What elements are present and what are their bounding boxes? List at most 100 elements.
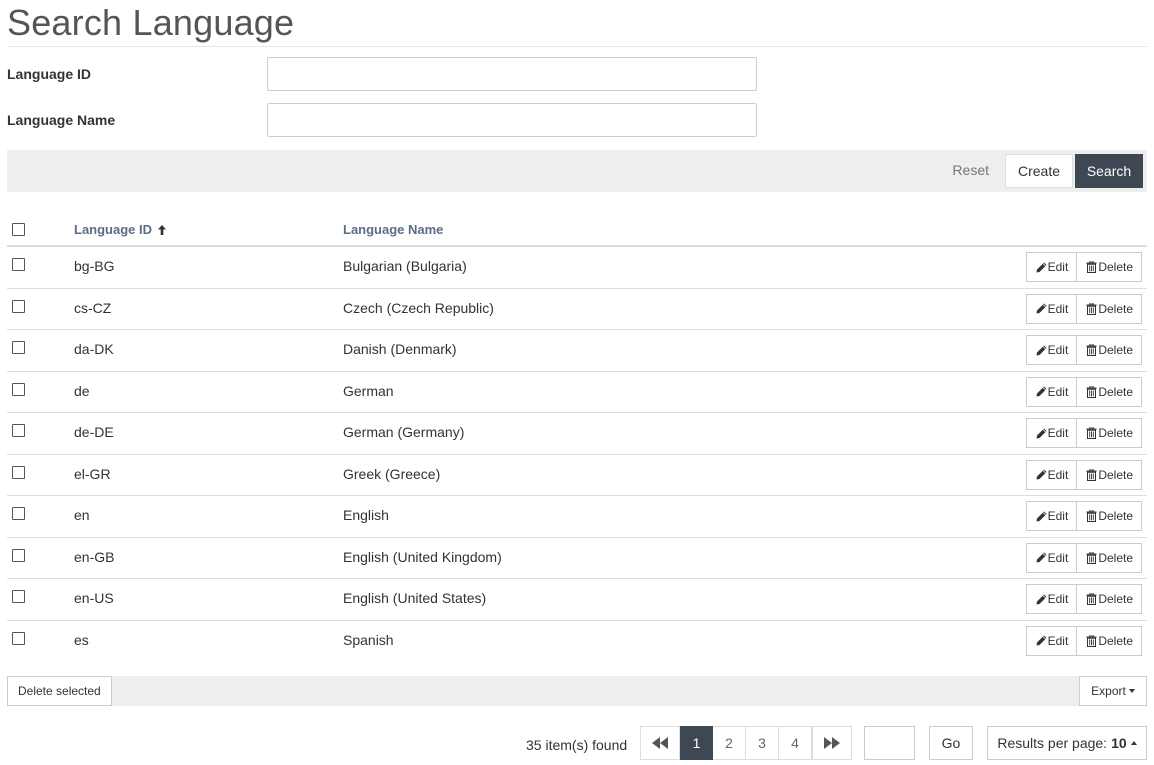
edit-button[interactable]: Edit [1025,376,1078,407]
edit-label: Edit [1047,301,1069,316]
row-checkbox[interactable] [12,507,25,520]
row-actions: Edit Delete [1025,625,1142,656]
results-per-page-dropdown[interactable]: Results per page: 10 [987,726,1147,760]
select-all-checkbox[interactable] [12,223,25,236]
row-checkbox[interactable] [12,258,25,271]
delete-button[interactable]: Delete [1077,542,1142,573]
row-checkbox[interactable] [12,548,25,562]
column-header-language-name[interactable]: Language Name [343,222,443,237]
delete-button[interactable]: Delete [1077,501,1142,531]
page-2-button[interactable]: 2 [713,726,746,760]
row-checkbox[interactable] [12,590,25,603]
edit-button[interactable]: Edit [1025,293,1078,324]
table-body: bg-BG Bulgarian (Bulgaria) Edit Delete cs-CZ… [7,247,1147,662]
delete-button[interactable]: Delete [1077,293,1142,324]
edit-label: Edit [1047,633,1069,648]
items-found-count: 35 item(s) found [526,737,628,753]
edit-label: Edit [1047,467,1069,482]
language-name-cell: Czech (Czech Republic) [343,299,494,316]
row-checkbox[interactable] [12,382,25,396]
language-name-cell: German (Germany) [343,424,465,440]
language-id-cell: en-GB [74,548,115,565]
pencil-icon [1036,552,1047,563]
table-row: cs-CZ Czech (Czech Republic) Edit Delete [7,289,1147,330]
row-checkbox[interactable] [12,465,25,479]
trash-icon [1086,344,1097,356]
delete-selected-button[interactable]: Delete selected [7,676,112,706]
trash-icon [1086,385,1097,398]
edit-button[interactable]: Edit [1025,625,1078,656]
search-button[interactable]: Search [1075,154,1143,188]
edit-label: Edit [1047,384,1069,399]
goto-page-input[interactable] [864,726,915,760]
edit-button[interactable]: Edit [1025,418,1078,448]
trash-icon [1086,510,1097,522]
page-3-button[interactable]: 3 [746,726,779,760]
trash-icon [1086,261,1097,273]
delete-button[interactable]: Delete [1077,335,1142,365]
delete-label: Delete [1098,426,1133,440]
language-id-input[interactable] [267,57,757,91]
page-4-button[interactable]: 4 [779,726,812,760]
row-actions: Edit Delete [1025,584,1142,614]
trash-icon [1086,593,1097,605]
language-id-label: Language ID [7,66,92,82]
go-button[interactable]: Go [929,726,973,760]
edit-button[interactable]: Edit [1025,335,1078,365]
row-actions: Edit Delete [1025,501,1142,531]
delete-button[interactable]: Delete [1077,459,1142,490]
pencil-icon [1036,386,1047,397]
edit-button[interactable]: Edit [1025,584,1078,614]
delete-button[interactable]: Delete [1077,584,1142,614]
edit-button[interactable]: Edit [1025,252,1078,282]
delete-label: Delete [1098,467,1133,482]
row-checkbox[interactable] [12,299,25,313]
language-id-cell: en [74,507,90,523]
edit-label: Edit [1047,426,1069,440]
table-row: el-GR Greek (Greece) Edit Delete [7,455,1147,496]
title-divider [7,46,1147,47]
table-row: es Spanish Edit Delete [7,621,1147,663]
table-header: Language ID Language Name [7,212,1147,247]
edit-button[interactable]: Edit [1025,542,1078,573]
row-actions: Edit Delete [1025,542,1142,573]
row-checkbox[interactable] [12,424,25,437]
edit-button[interactable]: Edit [1025,501,1078,531]
pagination: 1234 [640,726,852,760]
column-header-language-id[interactable]: Language ID [74,222,166,237]
language-table: Language ID Language Name bg-BG Bulgarian… [7,212,1147,662]
pencil-icon [1036,345,1047,355]
table-row: de-DE German (Germany) Edit Delete [7,413,1147,455]
delete-button[interactable]: Delete [1077,625,1142,656]
page-numbers: 1234 [680,726,812,760]
table-row: en-US English (United States) Edit Delete [7,579,1147,621]
pencil-icon [1036,511,1047,521]
row-checkbox[interactable] [12,631,25,645]
create-button[interactable]: Create [1005,154,1073,188]
language-id-cell: cs-CZ [74,299,112,316]
trash-icon [1086,468,1097,481]
delete-label: Delete [1098,509,1133,523]
trash-icon [1086,634,1097,647]
row-actions: Edit Delete [1025,293,1142,324]
row-actions: Edit Delete [1025,459,1142,490]
first-page-button[interactable] [640,726,680,760]
edit-label: Edit [1047,550,1069,565]
caret-down-icon [1128,689,1135,693]
delete-button[interactable]: Delete [1077,252,1142,282]
delete-button[interactable]: Delete [1077,418,1142,448]
results-per-page-label: Results per page: [997,735,1108,751]
row-actions: Edit Delete [1025,418,1142,448]
delete-button[interactable]: Delete [1077,376,1142,407]
language-name-input[interactable] [267,103,757,137]
table-row: de German Edit Delete [7,372,1147,413]
page-title: Search Language [7,2,295,43]
page-1-button[interactable]: 1 [680,726,713,760]
export-button[interactable]: Export [1079,676,1147,706]
last-page-button[interactable] [812,726,852,760]
row-checkbox[interactable] [12,341,25,354]
edit-button[interactable]: Edit [1025,459,1078,490]
delete-label: Delete [1098,260,1133,274]
reset-button[interactable]: Reset [952,162,989,178]
pencil-icon [1036,635,1047,646]
